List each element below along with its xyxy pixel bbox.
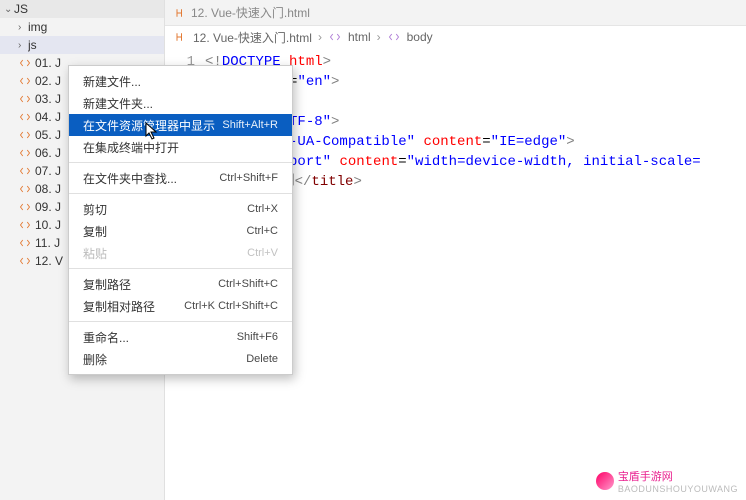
tree-label: 03. J xyxy=(35,92,61,106)
menu-shortcut: Delete xyxy=(246,353,278,365)
html-file-icon xyxy=(18,219,32,231)
menu-item[interactable]: 删除 Delete xyxy=(69,348,292,370)
menu-label: 复制相对路径 xyxy=(83,298,155,315)
menu-separator xyxy=(69,162,292,163)
menu-item[interactable]: 剪切 Ctrl+X xyxy=(69,198,292,220)
html-file-icon xyxy=(18,75,32,87)
chevron-right-icon: › xyxy=(377,30,381,44)
menu-item[interactable]: 新建文件... xyxy=(69,70,292,92)
tree-label: 09. J xyxy=(35,200,61,214)
menu-item[interactable]: 复制路径 Ctrl+Shift+C xyxy=(69,273,292,295)
html-file-icon xyxy=(18,129,32,141)
menu-separator xyxy=(69,321,292,322)
watermark-sub: BAODUNSHOUYOUWANG xyxy=(618,484,738,494)
menu-label: 删除 xyxy=(83,351,107,368)
tree-label: 01. J xyxy=(35,56,61,70)
tree-label: 08. J xyxy=(35,182,61,196)
menu-label: 新建文件夹... xyxy=(83,95,153,112)
tree-label: js xyxy=(28,38,37,52)
html-file-icon xyxy=(18,57,32,69)
tree-label: 02. J xyxy=(35,74,61,88)
tree-label: 06. J xyxy=(35,146,61,160)
menu-label: 复制路径 xyxy=(83,276,131,293)
menu-shortcut: Ctrl+Shift+F xyxy=(219,172,278,184)
menu-label: 在文件夹中查找... xyxy=(83,170,177,187)
menu-label: 在文件资源管理器中显示 xyxy=(83,117,215,134)
menu-item: 粘贴 Ctrl+V xyxy=(69,242,292,264)
menu-label: 新建文件... xyxy=(83,73,141,90)
breadcrumb[interactable]: 12. Vue-快速入门.html › html › body xyxy=(165,26,746,48)
tab-label[interactable]: 12. Vue-快速入门.html xyxy=(191,4,310,21)
html-file-icon xyxy=(18,255,32,267)
html-file-icon xyxy=(18,201,32,213)
html-file-icon xyxy=(18,111,32,123)
breadcrumb-file[interactable]: 12. Vue-快速入门.html xyxy=(193,29,312,46)
chevron-down-icon: ⌄ xyxy=(4,4,14,15)
html-file-icon xyxy=(18,165,32,177)
watermark: 宝盾手游网 BAODUNSHOUYOUWANG xyxy=(596,468,738,494)
tree-label: 05. J xyxy=(35,128,61,142)
menu-item[interactable]: 在文件资源管理器中显示 Shift+Alt+R xyxy=(69,114,292,136)
menu-label: 复制 xyxy=(83,223,107,240)
menu-item[interactable]: 新建文件夹... xyxy=(69,92,292,114)
menu-label: 剪切 xyxy=(83,201,107,218)
breadcrumb-html[interactable]: html xyxy=(348,30,371,44)
tree-label: 04. J xyxy=(35,110,61,124)
tree-label: 12. V xyxy=(35,254,63,268)
tree-label: JS xyxy=(14,2,28,16)
tree-folder-js[interactable]: › js xyxy=(0,36,164,54)
watermark-logo-icon xyxy=(596,472,614,490)
tab-bar: 12. Vue-快速入门.html xyxy=(165,0,746,26)
menu-shortcut: Ctrl+X xyxy=(247,203,278,215)
tag-icon xyxy=(387,31,401,43)
menu-shortcut: Ctrl+K Ctrl+Shift+C xyxy=(184,300,278,312)
menu-shortcut: Shift+Alt+R xyxy=(222,119,278,131)
html-file-icon xyxy=(18,93,32,105)
tag-icon xyxy=(328,31,342,43)
breadcrumb-body[interactable]: body xyxy=(407,30,433,44)
tree-folder-img[interactable]: › img xyxy=(0,18,164,36)
menu-separator xyxy=(69,193,292,194)
chevron-right-icon: › xyxy=(18,40,28,51)
menu-label: 在集成终端中打开 xyxy=(83,139,179,156)
menu-item[interactable]: 重命名... Shift+F6 xyxy=(69,326,292,348)
menu-label: 粘贴 xyxy=(83,245,107,262)
tree-root-js[interactable]: ⌄ JS xyxy=(0,0,164,18)
html-file-icon xyxy=(18,147,32,159)
menu-item[interactable]: 复制相对路径 Ctrl+K Ctrl+Shift+C xyxy=(69,295,292,317)
chevron-right-icon: › xyxy=(18,22,28,33)
tree-label: 07. J xyxy=(35,164,61,178)
html-file-icon xyxy=(18,237,32,249)
menu-shortcut: Ctrl+Shift+C xyxy=(218,278,278,290)
tree-label: 10. J xyxy=(35,218,61,232)
menu-item[interactable]: 在集成终端中打开 xyxy=(69,136,292,158)
menu-shortcut: Ctrl+C xyxy=(247,225,278,237)
chevron-right-icon: › xyxy=(318,30,322,44)
menu-label: 重命名... xyxy=(83,329,129,346)
tree-label: img xyxy=(28,20,47,34)
menu-shortcut: Ctrl+V xyxy=(247,247,278,259)
menu-item[interactable]: 复制 Ctrl+C xyxy=(69,220,292,242)
menu-shortcut: Shift+F6 xyxy=(237,331,278,343)
html-file-icon xyxy=(173,7,187,19)
menu-separator xyxy=(69,268,292,269)
html-file-icon xyxy=(173,31,187,43)
context-menu: 新建文件... 新建文件夹... 在文件资源管理器中显示 Shift+Alt+R 在集成… xyxy=(68,65,293,375)
tree-label: 11. J xyxy=(35,236,60,250)
menu-item[interactable]: 在文件夹中查找... Ctrl+Shift+F xyxy=(69,167,292,189)
watermark-brand: 宝盾手游网 xyxy=(618,468,738,484)
html-file-icon xyxy=(18,183,32,195)
